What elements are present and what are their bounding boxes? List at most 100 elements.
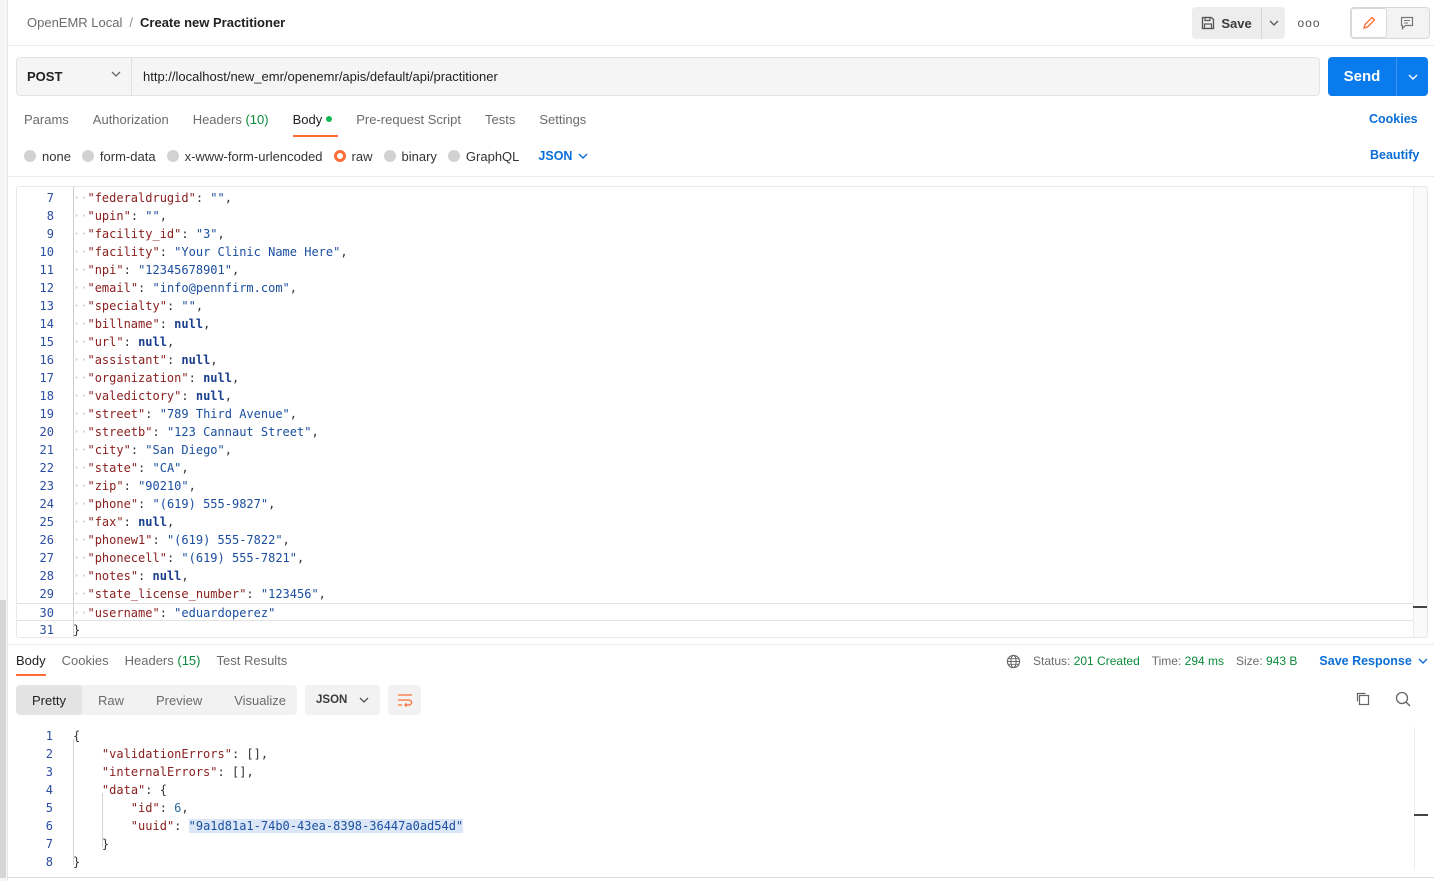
json-value: "" [210,191,225,205]
json-colon: : [159,245,175,259]
save-response-button[interactable]: Save Response [1319,654,1428,668]
radio-none[interactable]: none [24,149,71,164]
radio-circle [81,150,94,162]
json-key: street [94,407,139,421]
line-number: 11 [39,263,54,277]
json-quote: " [87,389,95,403]
response-format-select[interactable]: JSON [305,685,380,715]
tab-tests[interactable]: Tests [477,110,523,136]
tab-body[interactable]: Body [285,110,341,137]
time-value[interactable]: 294 ms [1185,654,1224,668]
save-dropdown-button[interactable] [1261,7,1285,39]
tab-label: Body [292,112,323,127]
json-value: "" [145,209,160,223]
pencil-icon [1363,16,1376,29]
breadcrumb-workspace[interactable]: OpenEMR Local [27,15,122,30]
more-actions-button[interactable]: ooo [1297,11,1321,35]
view-mode-toggle [1350,7,1430,39]
json-value: "789 Third Avenue" [159,407,290,421]
raw-format-select[interactable]: JSON [538,149,588,163]
json-key: billname [94,317,153,331]
json-comma: , [181,569,189,583]
save-label: Save [1221,15,1252,31]
line-number: 27 [39,551,54,565]
wrap-lines-button[interactable] [388,685,421,715]
send-button[interactable]: Send [1328,57,1396,96]
tab-params[interactable]: Params [16,110,77,136]
copy-response-button[interactable] [1354,690,1374,710]
indent-whitespace: ·· [73,191,88,205]
json-quote: " [87,209,95,223]
code-text: ··"phone": "(619) 555-9827", [73,495,275,513]
tab-settings[interactable]: Settings [531,110,594,136]
radio-raw[interactable]: raw [333,149,373,164]
tab-authorization[interactable]: Authorization [85,110,177,136]
tab-label: Cookies [61,653,109,668]
documentation-mode-button[interactable] [1387,8,1427,38]
response-scrollbar[interactable] [1414,727,1429,869]
radio-form-data[interactable]: form-data [81,149,156,164]
request-body-editor[interactable]: 7 ··"federaldrugid": "", 8 ··"upin": "", 9 ··… [16,186,1428,638]
status-value[interactable]: 201 Created [1074,654,1140,668]
json-quote: " [87,533,95,547]
json-comma: , [166,335,175,349]
json-value: null [181,353,211,367]
radio-x-www-form-urlencoded[interactable]: x-www-form-urlencoded [166,149,323,164]
json-value: "" [181,299,196,313]
json-quote: " [130,461,139,475]
send-dropdown-button[interactable] [1396,57,1428,96]
json-colon: : [159,801,175,815]
size-label: Size: [1236,654,1263,668]
panel-resize-grip[interactable] [0,600,6,878]
json-quote: " [152,801,160,815]
response-tabs: Body Cookies Headers (15) Test Results [16,654,303,678]
send-button-group: Send [1328,57,1428,96]
more-icon: ooo [1297,16,1321,30]
tab-headers[interactable]: Headers (10) [185,110,277,136]
method-select[interactable]: POST [16,57,132,96]
json-value: null [203,371,232,385]
edit-mode-button[interactable] [1351,8,1387,38]
json-quote: " [181,371,189,385]
json-value: [] [231,765,247,779]
search-response-button[interactable] [1394,690,1414,710]
code-line: 7 ··"federaldrugid": "", [17,189,1413,207]
json-value: "(619) 555-7821" [181,551,297,565]
save-button-group: Save [1192,7,1285,39]
line-number: 16 [39,353,54,367]
response-tab-body[interactable]: Body [16,654,46,678]
response-tab-headers[interactable]: Headers (15) [125,654,201,678]
tab-pre-request-script[interactable]: Pre-request Script [348,110,469,136]
code-text: ··"username": "eduardoperez" [73,604,275,622]
size-value[interactable]: 943 B [1266,654,1297,668]
response-body-viewer[interactable]: 1{2 "validationErrors": [], 3 "internalEr… [16,727,1428,877]
json-comma: , [181,801,189,815]
view-preview[interactable]: Preview [140,685,218,715]
response-tab-test-results[interactable]: Test Results [217,654,288,678]
view-pretty[interactable]: Pretty [16,685,82,715]
view-raw[interactable]: Raw [82,685,140,715]
response-tab-cookies[interactable]: Cookies [62,654,109,678]
radio-label: none [42,148,71,164]
save-button[interactable]: Save [1192,7,1261,39]
code-text: ··"street": "789 Third Avenue", [73,405,297,423]
view-visualize[interactable]: Visualize [218,685,302,715]
code-line: 28 ··"notes": null, [17,567,1413,585]
url-input[interactable]: http://localhost/new_emr/openemr/apis/de… [131,57,1320,96]
beautify-button[interactable]: Beautify [1370,148,1419,162]
radio-binary[interactable]: binary [383,149,437,164]
editor-scrollbar[interactable] [1413,187,1427,637]
json-value: "(619) 555-7822" [166,533,283,547]
globe-icon[interactable] [1006,654,1021,669]
json-value: "12345678901" [138,263,232,277]
radio-graphql[interactable]: GraphQL [447,149,519,164]
code-text: ··"url": null, [73,333,174,351]
response-status-bar: Status: 201 Created Time: 294 ms Size: 9… [1006,653,1428,669]
cookies-link[interactable]: Cookies [1369,112,1418,126]
code-line: 3 "internalErrors": [], [16,763,1412,781]
json-comma: , [203,317,211,331]
request-title[interactable]: Create new Practitioner [140,15,285,30]
tab-label: Tests [484,112,516,127]
line-number: 10 [39,245,54,259]
